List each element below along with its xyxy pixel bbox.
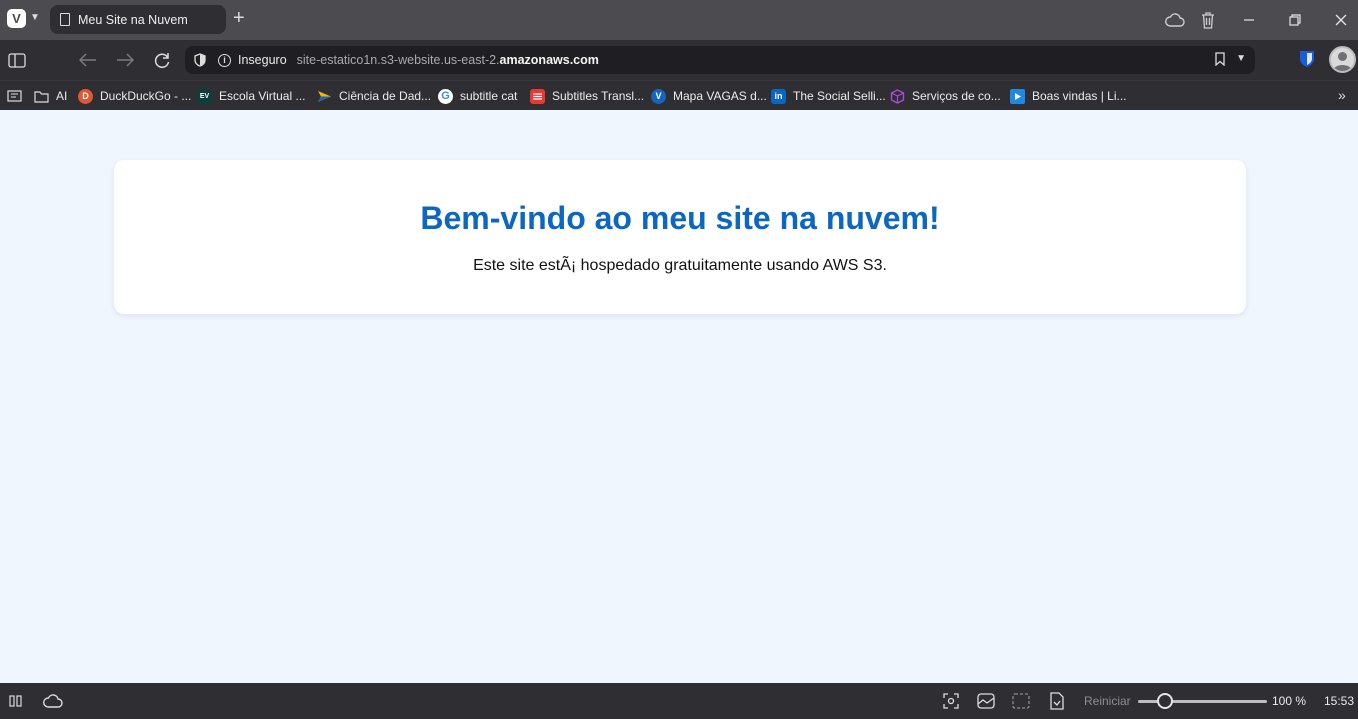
reload-button[interactable] <box>150 48 174 72</box>
clock: 15:53 <box>1324 694 1355 708</box>
bookmark-folder-ai[interactable]: AI <box>34 81 67 111</box>
folder-icon <box>34 89 49 104</box>
status-bar: Reiniciar 100 % 15:53 <box>0 683 1358 719</box>
bookmark-label: Boas vindas | Li... <box>1032 89 1127 103</box>
zoom-reset-button[interactable]: Reiniciar <box>1084 694 1131 708</box>
page-icon <box>60 13 70 26</box>
subtitles-icon <box>530 88 545 104</box>
bookmark-icon[interactable] <box>1215 52 1225 71</box>
bookmark-subtitles-translator[interactable]: Subtitles Transl... <box>530 81 644 111</box>
bookmarks-bar: AI D DuckDuckGo - ... EV Escola Virtual … <box>0 80 1358 110</box>
bookmark-social-selling[interactable]: in The Social Selli... <box>771 81 886 111</box>
new-tab-button[interactable]: + <box>233 8 245 28</box>
bookmark-subtitle-cat[interactable]: G subtitle cat <box>438 81 517 111</box>
page-tiling-icon[interactable] <box>1011 692 1031 710</box>
url-prefix: site-estatico1n.s3-website.us-east-2. <box>296 53 500 67</box>
arrow-logo-icon <box>317 89 332 104</box>
welcome-card: Bem-vindo ao meu site na nuvem! Este sit… <box>114 160 1246 314</box>
bookmark-label: Escola Virtual ... <box>219 89 306 103</box>
more-bookmarks-chevron-icon[interactable]: » <box>1338 87 1346 103</box>
bookmark-label: Serviços de co... <box>912 89 1001 103</box>
bookmark-label: subtitle cat <box>460 89 518 103</box>
page-heading: Bem-vindo ao meu site na nuvem! <box>420 200 940 236</box>
forward-button[interactable] <box>113 48 137 72</box>
image-toggle-icon[interactable] <box>976 692 996 710</box>
capture-icon[interactable] <box>941 692 961 710</box>
tab-title: Meu Site na Nuvem <box>78 12 188 27</box>
chevron-down-icon[interactable]: ▼ <box>1236 53 1246 64</box>
bookmark-label: Mapa VAGAS d... <box>673 89 767 103</box>
bookmark-duckduckgo[interactable]: D DuckDuckGo - ... <box>78 81 191 111</box>
page-actions-icon[interactable] <box>1047 692 1067 710</box>
vagas-icon: V <box>651 88 666 104</box>
linkedin-icon: in <box>771 88 786 104</box>
bookmark-label: DuckDuckGo - ... <box>100 89 192 103</box>
panel-layout-icon[interactable] <box>7 692 27 710</box>
restore-button[interactable] <box>1282 0 1308 40</box>
site-info-icon[interactable]: i <box>218 53 231 67</box>
bookmark-label: Subtitles Transl... <box>552 89 645 103</box>
tab-active[interactable]: Meu Site na Nuvem <box>50 5 226 34</box>
bookmark-ciencia-de-dados[interactable]: Ciência de Dad... <box>317 81 431 111</box>
back-button[interactable] <box>76 48 100 72</box>
bookmark-manager-icon[interactable] <box>7 81 22 111</box>
video-icon <box>1010 88 1025 104</box>
bookmark-label: The Social Selli... <box>793 89 886 103</box>
close-window-button[interactable] <box>1328 0 1354 40</box>
vivaldi-menu-icon[interactable]: V <box>7 9 26 28</box>
zoom-slider-handle[interactable] <box>1157 693 1173 709</box>
bookmark-mapa-vagas[interactable]: V Mapa VAGAS d... <box>651 81 767 111</box>
page-subtitle: Este site estÃ¡ hospedado gratuitamente … <box>473 257 887 274</box>
bookmark-label: AI <box>56 89 68 103</box>
cloud-icon[interactable] <box>43 692 63 710</box>
panel-toggle-icon[interactable] <box>5 48 29 72</box>
navigation-bar: i Inseguro site-estatico1n.s3-website.us… <box>0 40 1358 80</box>
title-bar: V ▼ Meu Site na Nuvem + <box>0 0 1358 40</box>
security-status[interactable]: Inseguro <box>238 53 287 67</box>
minimize-button[interactable] <box>1236 0 1262 40</box>
trash-icon[interactable] <box>1197 0 1219 40</box>
chevron-down-icon[interactable]: ▼ <box>30 12 40 23</box>
bookmark-servicos[interactable]: Serviços de co... <box>890 81 1001 111</box>
bookmark-boas-vindas[interactable]: Boas vindas | Li... <box>1010 81 1127 111</box>
profile-avatar[interactable] <box>1329 46 1356 73</box>
shield-icon[interactable] <box>193 53 207 67</box>
ev-icon: EV <box>197 88 212 104</box>
sync-cloud-icon[interactable] <box>1163 0 1187 40</box>
bookmark-label: Ciência de Dad... <box>339 89 432 103</box>
duckduckgo-icon: D <box>78 88 93 104</box>
web-page: Bem-vindo ao meu site na nuvem! Este sit… <box>0 110 1358 683</box>
address-bar[interactable]: i Inseguro site-estatico1n.s3-website.us… <box>185 46 1255 74</box>
bitwarden-icon[interactable] <box>1299 50 1315 73</box>
zoom-level: 100 % <box>1272 694 1307 708</box>
url-text[interactable]: site-estatico1n.s3-website.us-east-2.ama… <box>297 53 599 67</box>
url-domain: amazonaws.com <box>499 53 599 67</box>
bookmark-escola-virtual[interactable]: EV Escola Virtual ... <box>197 81 305 111</box>
cube-icon <box>890 88 905 104</box>
google-icon: G <box>438 88 453 104</box>
